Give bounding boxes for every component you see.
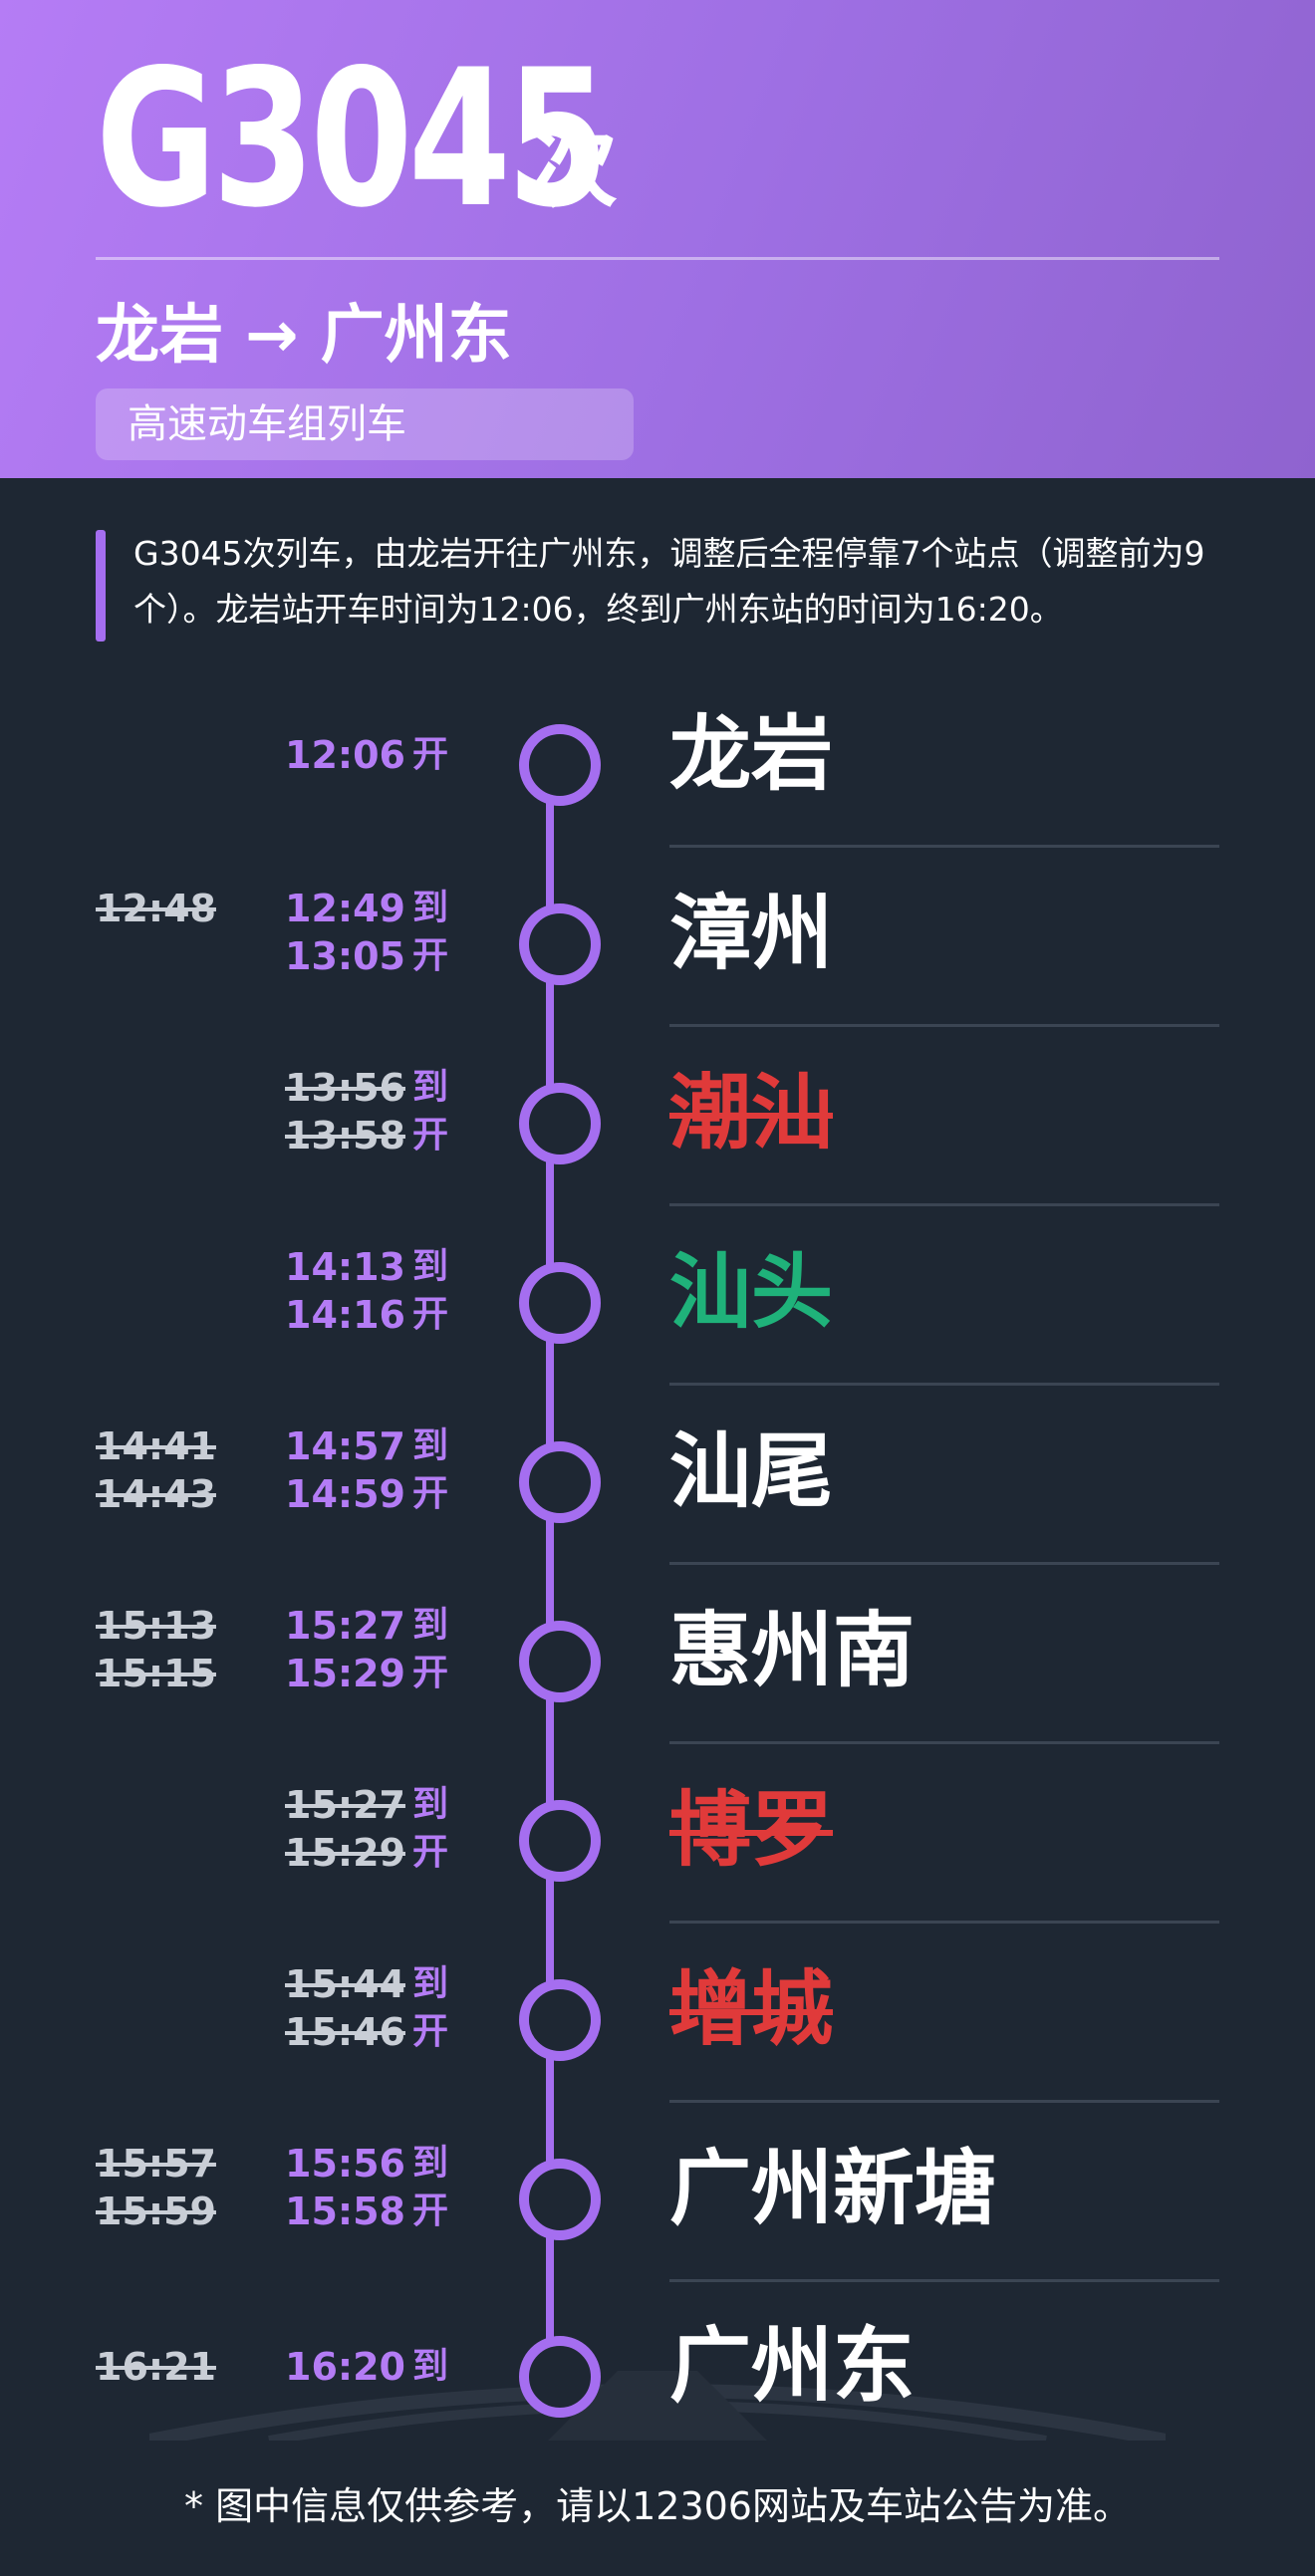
departure-time: 13:58	[285, 1114, 405, 1158]
departure-label: 开	[412, 2190, 449, 2231]
timeline-node-icon	[519, 1979, 601, 2061]
arrival-label: 到	[412, 1246, 449, 1287]
stop-separator	[669, 1024, 1219, 1027]
stop-name: 广州东	[669, 2319, 916, 2414]
stop-separator	[669, 1562, 1219, 1565]
departure-time: 15:29	[285, 1831, 405, 1875]
departure-time: 12:06	[285, 733, 405, 777]
timeline-node-icon	[519, 903, 601, 985]
original-departure-time: 15:59	[96, 2190, 216, 2233]
arrival-label: 到	[412, 1784, 449, 1825]
stop-separator	[669, 1741, 1219, 1744]
arrival-label: 到	[412, 1963, 449, 2004]
stop-name: 惠州南	[669, 1604, 916, 1698]
original-departure-time: 14:43	[96, 1472, 216, 1516]
timeline-node-icon	[519, 2159, 601, 2240]
original-arrival-time: 15:57	[96, 2142, 216, 2186]
arrival-time: 16:20	[285, 2345, 405, 2389]
departure-label: 开	[412, 1294, 449, 1335]
arrival-time: 12:49	[285, 887, 405, 930]
stop-name: 博罗	[669, 1783, 834, 1878]
departure-time: 13:05	[285, 934, 405, 978]
stop-separator	[669, 1921, 1219, 1924]
departure-label: 开	[412, 935, 449, 976]
timeline-line	[546, 755, 554, 2367]
stop-name: 漳州	[669, 887, 834, 981]
arrival-time: 15:44	[285, 1962, 405, 2006]
original-arrival-time: 14:41	[96, 1424, 216, 1468]
departure-label: 开	[412, 734, 449, 775]
stop-name: 汕头	[669, 1245, 834, 1340]
arrival-time: 15:56	[285, 2142, 405, 2186]
departure-time: 15:29	[285, 1652, 405, 1695]
timeline-node-icon	[519, 1800, 601, 1882]
arrival-label: 到	[412, 888, 449, 928]
stop-name: 广州新塘	[669, 2142, 997, 2236]
original-departure-time: 15:15	[96, 1652, 216, 1695]
timeline-node-icon	[519, 1621, 601, 1702]
timeline-node-icon	[519, 1262, 601, 1344]
stop-name: 汕尾	[669, 1424, 834, 1519]
departure-label: 开	[412, 1832, 449, 1873]
departure-time: 15:46	[285, 2010, 405, 2054]
arrival-label: 到	[412, 2346, 449, 2387]
stop-name: 增城	[669, 1962, 834, 2057]
footer-disclaimer: * 图中信息仅供参考，请以12306网站及车站公告为准。	[184, 2484, 1131, 2528]
stop-name: 潮汕	[669, 1066, 834, 1160]
stop-separator	[669, 2279, 1219, 2282]
stop-name: 龙岩	[669, 707, 834, 802]
departure-label: 开	[412, 1473, 449, 1514]
arrival-time: 13:56	[285, 1066, 405, 1110]
departure-time: 15:58	[285, 2190, 405, 2233]
departure-label: 开	[412, 1115, 449, 1156]
timeline-node-icon	[519, 2336, 601, 2418]
departure-label: 开	[412, 2011, 449, 2052]
stop-separator	[669, 1203, 1219, 1206]
timeline-node-icon	[519, 1083, 601, 1164]
departure-label: 开	[412, 1653, 449, 1693]
stop-separator	[669, 845, 1219, 848]
stop-separator	[669, 2100, 1219, 2103]
original-arrival-time: 15:13	[96, 1604, 216, 1648]
stop-timeline: 龙岩 12:06 开漳州 12:49 到 13:05 开 12:48 潮汕 13:56 到 13:58…	[0, 0, 1315, 2576]
arrival-time: 15:27	[285, 1604, 405, 1648]
original-arrival-time: 12:48	[96, 887, 216, 930]
arrival-time: 14:57	[285, 1424, 405, 1468]
arrival-label: 到	[412, 1425, 449, 1466]
timeline-node-icon	[519, 724, 601, 806]
arrival-label: 到	[412, 1605, 449, 1646]
stop-separator	[669, 1383, 1219, 1386]
arrival-time: 15:27	[285, 1783, 405, 1827]
original-arrival-time: 16:21	[96, 2345, 216, 2389]
arrival-label: 到	[412, 2143, 449, 2184]
departure-time: 14:16	[285, 1293, 405, 1337]
arrival-time: 14:13	[285, 1245, 405, 1289]
departure-time: 14:59	[285, 1472, 405, 1516]
arrival-label: 到	[412, 1067, 449, 1108]
timeline-node-icon	[519, 1441, 601, 1523]
